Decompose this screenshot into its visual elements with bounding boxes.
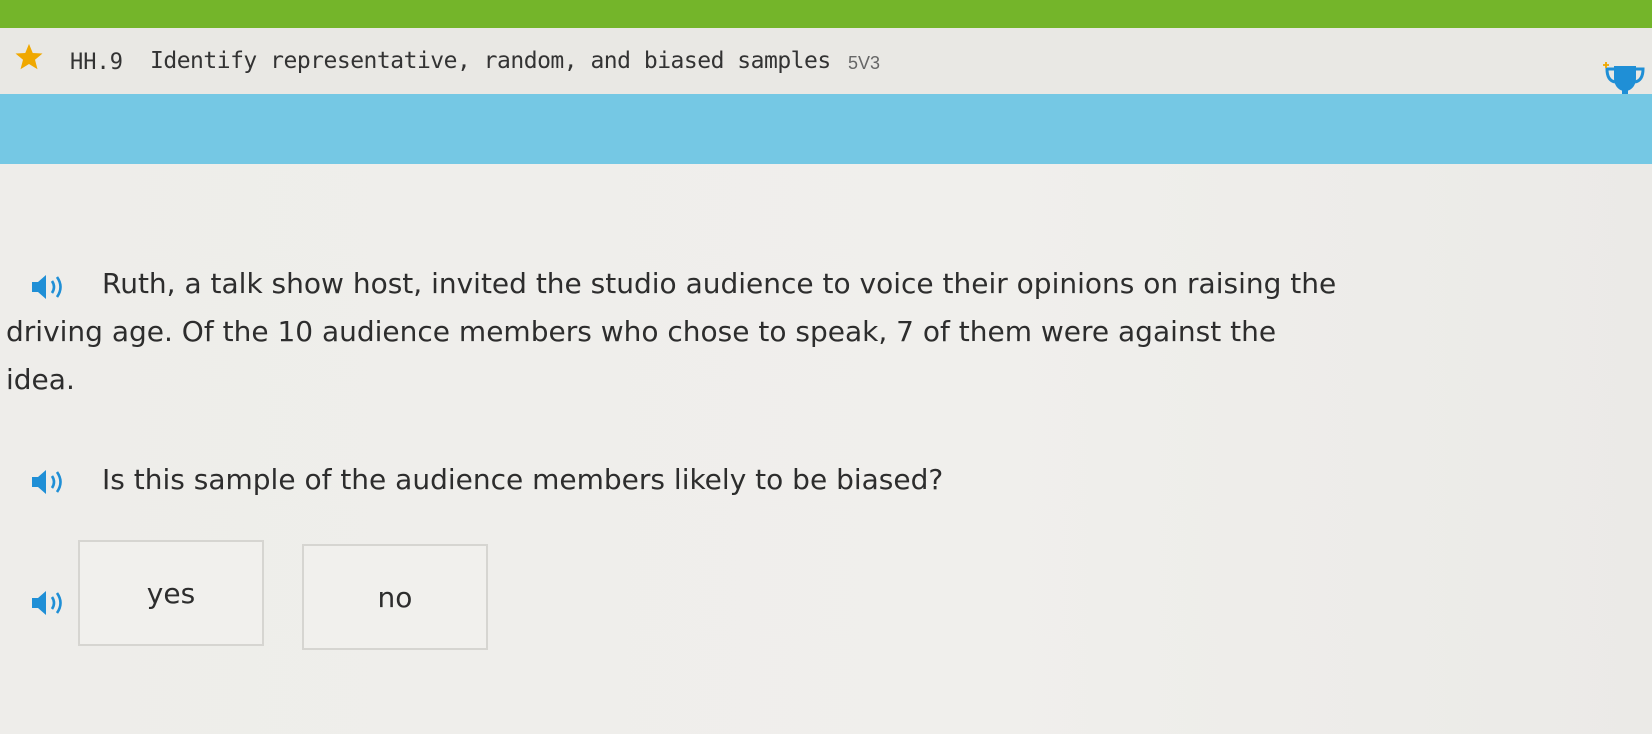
star-icon: [15, 43, 43, 70]
speaker-icon[interactable]: [28, 467, 68, 497]
question-passage-line-1: Ruth, a talk show host, invited the stud…: [102, 267, 1337, 300]
top-green-bar: [0, 0, 1652, 28]
speaker-icon[interactable]: [28, 272, 68, 302]
speaker-icon[interactable]: [28, 588, 68, 618]
question-prompt: Is this sample of the audience members l…: [102, 463, 944, 496]
question-passage-line-3: idea.: [6, 363, 75, 396]
answer-choice-no[interactable]: no: [302, 544, 488, 650]
skill-header: HH.9 Identify representative, random, an…: [0, 28, 1652, 103]
skill-id: 5V3: [848, 53, 881, 73]
question-area: Ruth, a talk show host, invited the stud…: [0, 164, 1652, 734]
answer-choice-yes[interactable]: yes: [78, 540, 264, 646]
skill-title: Identify representative, random, and bia…: [150, 48, 831, 74]
skill-code: HH.9: [70, 50, 123, 75]
progress-band: [0, 94, 1652, 164]
question-passage-line-2: driving age. Of the 10 audience members …: [6, 315, 1277, 348]
